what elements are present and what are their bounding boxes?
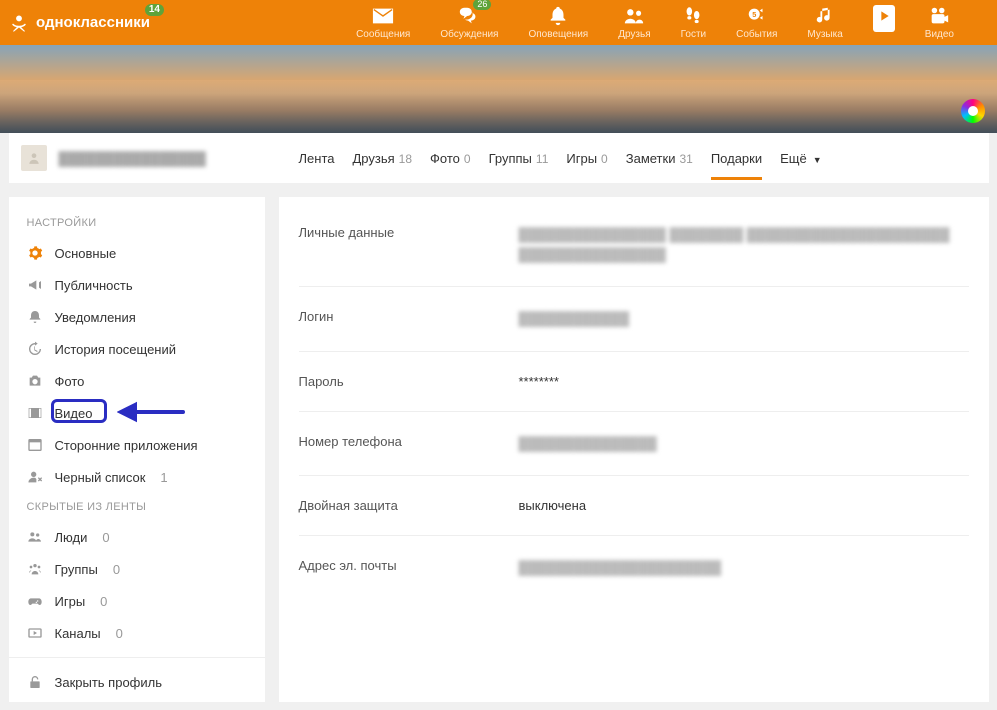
label-personal: Личные данные: [299, 225, 519, 240]
lock-open-icon: [27, 674, 43, 690]
row-twofa[interactable]: Двойная защита выключена: [299, 476, 969, 536]
profile-name: ████████████████: [59, 151, 206, 166]
logo-icon: [8, 12, 30, 34]
top-header: одноклассники 14 Сообщения 26 Обсуждения…: [0, 0, 997, 45]
row-personal[interactable]: Личные данные ████████████████ ████████ …: [299, 217, 969, 287]
nav-music[interactable]: Музыка: [792, 1, 857, 44]
tab-games[interactable]: Игры0: [566, 137, 607, 180]
label-password: Пароль: [299, 374, 519, 389]
row-password[interactable]: Пароль ********: [299, 352, 969, 412]
profile-bar: ████████████████ Лента Друзья18 Фото0 Гр…: [9, 133, 989, 183]
settings-content: Личные данные ████████████████ ████████ …: [279, 197, 989, 702]
film-icon: [27, 405, 43, 421]
nav-friends[interactable]: Друзья: [603, 1, 665, 44]
sidebar-item-video[interactable]: Видео: [9, 397, 265, 429]
play-icon: [876, 8, 892, 24]
people-icon: [27, 529, 43, 545]
footsteps-icon: [682, 5, 704, 27]
sidebar-item-thirdparty[interactable]: Сторонние приложения: [9, 429, 265, 461]
row-email[interactable]: Адрес эл. почты ██████████████████████: [299, 536, 969, 600]
logo[interactable]: одноклассники 14: [8, 12, 150, 34]
person-icon: [27, 151, 41, 165]
bell-outline-icon: [27, 309, 43, 325]
value-twofa: выключена: [519, 498, 587, 513]
bell-icon: [547, 5, 569, 27]
profile-tabs: Лента Друзья18 Фото0 Группы11 Игры0 Заме…: [299, 137, 822, 180]
gear-icon: [27, 245, 43, 261]
annotation-arrow: [117, 401, 185, 426]
history-icon: [27, 341, 43, 357]
nav-notifications[interactable]: Оповещения: [513, 1, 603, 44]
tab-photos[interactable]: Фото0: [430, 137, 471, 180]
camera-small-icon: [27, 373, 43, 389]
sidebar-heading-hidden: СКРЫТЫЕ ИЗ ЛЕНТЫ: [9, 493, 265, 521]
sidebar-item-main[interactable]: Основные: [9, 237, 265, 269]
label-email: Адрес эл. почты: [299, 558, 519, 573]
sidebar-item-groups[interactable]: Группы0: [9, 553, 265, 585]
nav-discussions[interactable]: 26 Обсуждения: [425, 1, 513, 44]
block-user-icon: [27, 469, 43, 485]
sidebar-divider: [9, 657, 265, 658]
apps-icon: [27, 437, 43, 453]
sidebar-item-photo[interactable]: Фото: [9, 365, 265, 397]
camera-icon: [928, 5, 950, 27]
value-email: ██████████████████████: [519, 558, 722, 578]
label-phone: Номер телефона: [299, 434, 519, 449]
value-password: ********: [519, 374, 559, 389]
row-login[interactable]: Логин ████████████: [299, 287, 969, 352]
avatar[interactable]: [21, 145, 47, 171]
cover-image: [0, 45, 997, 133]
sidebar-item-close-profile[interactable]: Закрыть профиль: [9, 666, 265, 698]
settings-sidebar: НАСТРОЙКИ Основные Публичность Уведомлен…: [9, 197, 265, 702]
nav-video-play[interactable]: [858, 1, 910, 44]
nav-messages[interactable]: Сообщения: [341, 1, 425, 44]
tab-groups[interactable]: Группы11: [489, 137, 549, 180]
label-login: Логин: [299, 309, 519, 324]
sidebar-item-games[interactable]: Игры0: [9, 585, 265, 617]
svg-text:5: 5: [752, 10, 756, 19]
tab-notes[interactable]: Заметки31: [626, 137, 693, 180]
top-nav: Сообщения 26 Обсуждения Оповещения Друзь…: [341, 1, 969, 44]
tab-gifts[interactable]: Подарки: [711, 137, 762, 180]
nav-events[interactable]: 5 События: [721, 1, 792, 44]
tab-more[interactable]: Ещё▼: [780, 137, 822, 180]
value-login: ████████████: [519, 309, 630, 329]
sidebar-item-people[interactable]: Люди0: [9, 521, 265, 553]
sidebar-item-notifications[interactable]: Уведомления: [9, 301, 265, 333]
tab-feed[interactable]: Лента: [299, 137, 335, 180]
friends-icon: [623, 5, 645, 27]
logo-text: одноклассники 14: [36, 14, 150, 31]
nav-video[interactable]: Видео: [910, 1, 969, 44]
sidebar-heading-settings: НАСТРОЙКИ: [9, 209, 265, 237]
megaphone-icon: [27, 277, 43, 293]
logo-notif-badge: 14: [145, 4, 164, 16]
value-phone: ███████████████: [519, 434, 657, 454]
sidebar-item-public[interactable]: Публичность: [9, 269, 265, 301]
envelope-icon: [372, 5, 394, 27]
discussions-badge: 26: [473, 0, 491, 10]
nav-guests[interactable]: Гости: [666, 1, 721, 44]
tab-friends[interactable]: Друзья18: [352, 137, 412, 180]
cover-edit-button[interactable]: [961, 99, 985, 123]
sidebar-item-blacklist[interactable]: Черный список1: [9, 461, 265, 493]
value-personal: ████████████████ ████████ ██████████████…: [519, 225, 969, 264]
groups-icon: [27, 561, 43, 577]
row-phone[interactable]: Номер телефона ███████████████: [299, 412, 969, 477]
music-icon: [814, 5, 836, 27]
events-icon: 5: [746, 5, 768, 27]
label-twofa: Двойная защита: [299, 498, 519, 513]
gamepad-icon: [27, 593, 43, 609]
sidebar-item-channels[interactable]: Каналы0: [9, 617, 265, 649]
channels-icon: [27, 625, 43, 641]
sidebar-item-history[interactable]: История посещений: [9, 333, 265, 365]
